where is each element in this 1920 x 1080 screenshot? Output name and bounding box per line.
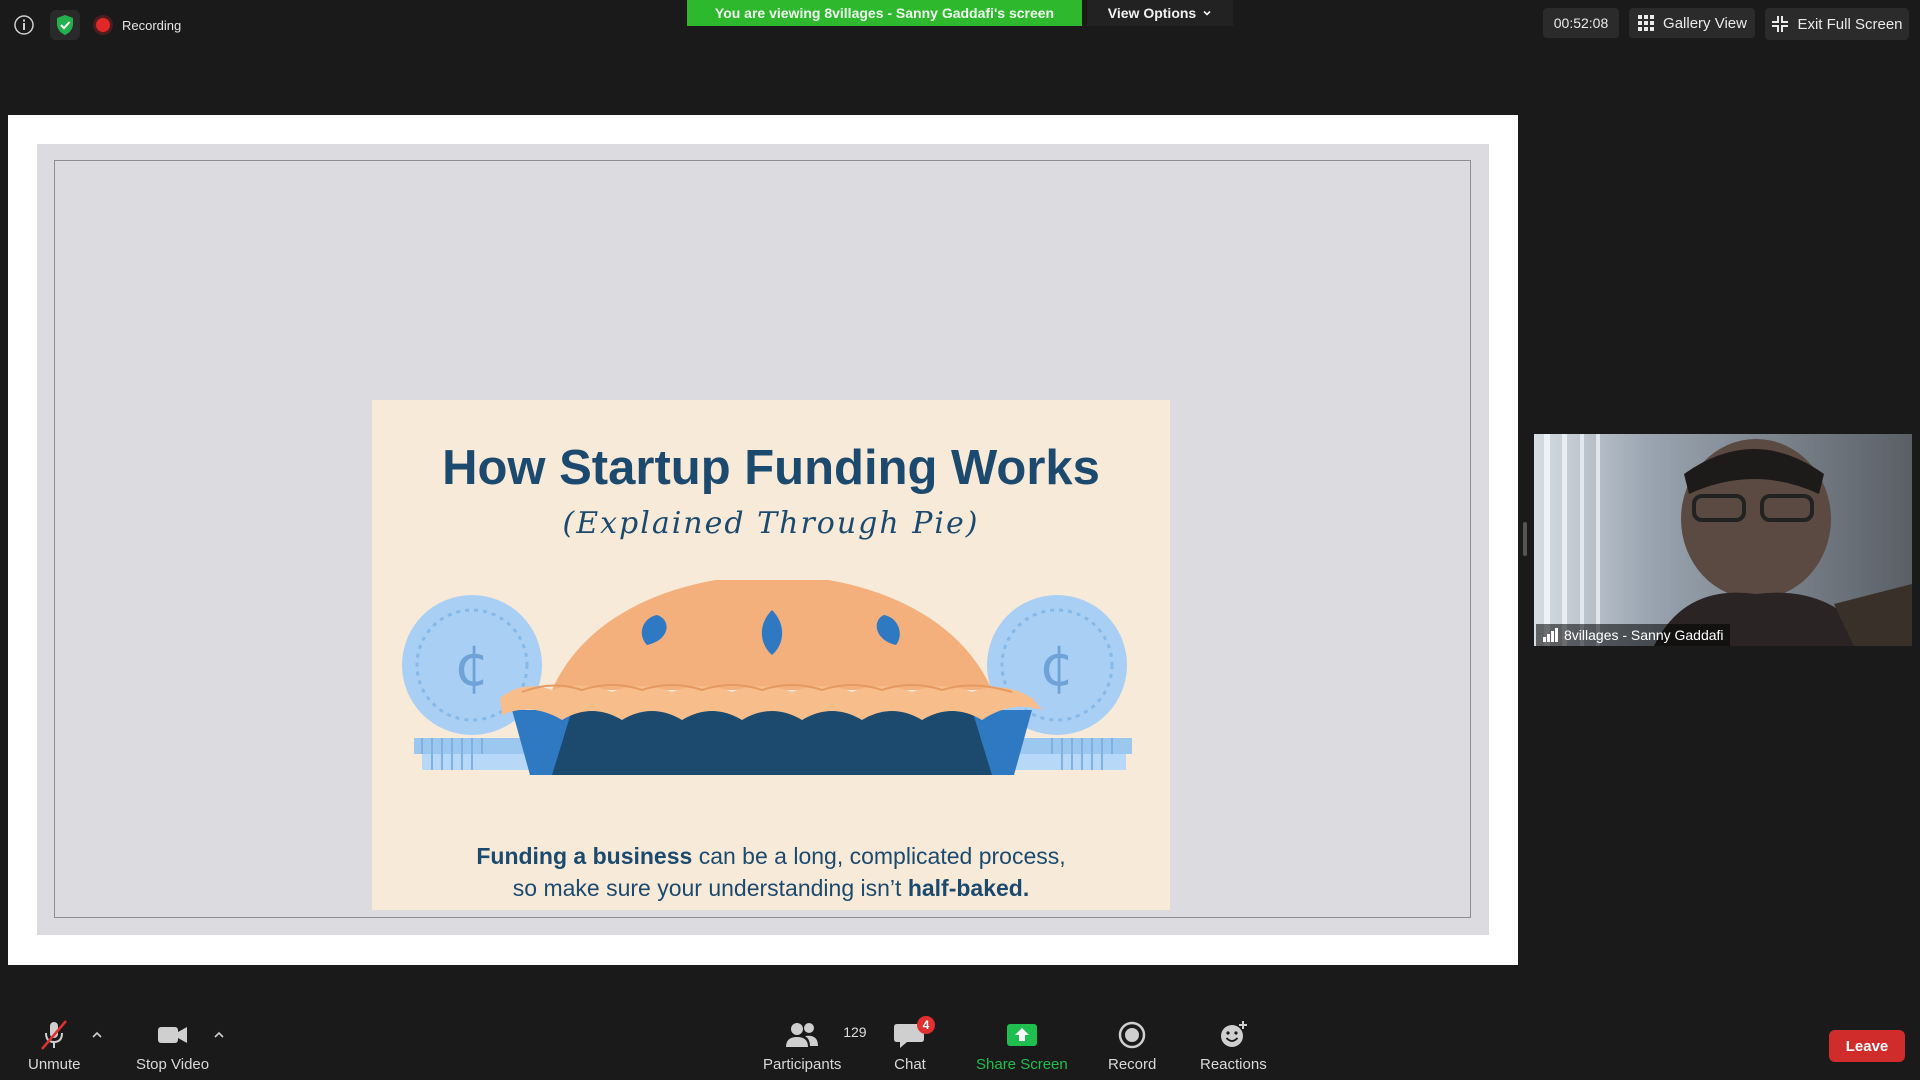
shield-check-icon[interactable] — [50, 10, 80, 40]
svg-text:¢: ¢ — [454, 634, 490, 699]
slide-subtitle: (Explained Through Pie) — [562, 506, 980, 541]
participants-count: 129 — [843, 1024, 867, 1040]
participants-icon: 129 — [785, 1020, 867, 1050]
chat-unread-badge: 4 — [917, 1016, 935, 1034]
meeting-timer: 00:52:08 — [1543, 8, 1619, 38]
unmute-button[interactable]: Unmute — [28, 1020, 81, 1073]
chevron-down-icon — [1202, 8, 1212, 18]
audio-options-caret-icon[interactable] — [90, 1028, 104, 1042]
pie-illustration: ¢ ¢ — [402, 580, 1132, 775]
recording-icon — [96, 18, 110, 32]
stop-video-button[interactable]: Stop Video — [136, 1020, 209, 1073]
slide-caption-line-1: Funding a business can be a long, compli… — [372, 840, 1170, 872]
splitter-handle[interactable] — [1523, 522, 1527, 556]
record-button[interactable]: Record — [1108, 1020, 1156, 1073]
slide-caption-line-2: so make sure your understanding isn’t ha… — [372, 872, 1170, 904]
share-screen-button[interactable]: Share Screen — [976, 1020, 1068, 1073]
leave-label: Leave — [1845, 1037, 1889, 1055]
chat-button[interactable]: 4 Chat — [893, 1016, 935, 1073]
gallery-view-label: Gallery View — [1663, 14, 1747, 32]
participant-name: 8villages - Sanny Gaddafi — [1564, 627, 1724, 643]
signal-strength-icon — [1542, 628, 1558, 642]
caption-bold-1: Funding a business — [476, 843, 693, 869]
share-screen-label: Share Screen — [976, 1056, 1068, 1073]
video-camera-icon — [156, 1020, 190, 1050]
record-label: Record — [1108, 1056, 1157, 1073]
viewing-banner: You are viewing 8villages - Sanny Gaddaf… — [687, 0, 1082, 26]
recording-indicator[interactable]: Recording — [96, 15, 181, 35]
bottom-toolbar: Unmute Stop Video 129 Participants 4 Cha… — [0, 1010, 1920, 1080]
record-icon — [1115, 1020, 1149, 1050]
info-icon[interactable] — [11, 12, 37, 38]
slide-card: How Startup Funding Works (Explained Thr… — [372, 400, 1170, 910]
gallery-view-button[interactable]: Gallery View — [1629, 8, 1755, 38]
pie-icon — [500, 580, 1042, 775]
unmute-label: Unmute — [28, 1056, 81, 1073]
reactions-label: Reactions — [1200, 1056, 1267, 1073]
exit-full-screen-button[interactable]: Exit Full Screen — [1765, 8, 1909, 40]
reactions-icon — [1216, 1020, 1250, 1050]
exit-fullscreen-icon — [1771, 15, 1789, 33]
timer-text: 00:52:08 — [1553, 15, 1609, 31]
caption-bold-2: half-baked. — [907, 875, 1030, 901]
grid-icon — [1637, 14, 1655, 32]
exit-full-screen-label: Exit Full Screen — [1797, 15, 1903, 33]
participants-label: Participants — [763, 1056, 842, 1073]
leave-button[interactable]: Leave — [1829, 1030, 1905, 1062]
shared-screen[interactable]: How Startup Funding Works (Explained Thr… — [8, 115, 1518, 965]
share-screen-icon — [1005, 1020, 1039, 1050]
viewing-banner-text: You are viewing 8villages - Sanny Gaddaf… — [714, 5, 1055, 21]
top-bar: Recording You are viewing 8villages - Sa… — [0, 0, 1920, 50]
slide-caption: Funding a business can be a long, compli… — [372, 840, 1170, 904]
view-options-button[interactable]: View Options — [1087, 0, 1233, 26]
video-options-caret-icon[interactable] — [212, 1028, 226, 1042]
caption-normal-2: so make sure your understanding isn’t — [512, 875, 908, 901]
participants-button[interactable]: 129 Participants — [763, 1020, 867, 1073]
participant-name-label: 8villages - Sanny Gaddafi — [1536, 624, 1730, 646]
view-options-label: View Options — [1107, 5, 1197, 21]
chat-label: Chat — [894, 1056, 926, 1073]
recording-label: Recording — [122, 17, 182, 33]
reactions-button[interactable]: Reactions — [1200, 1020, 1267, 1073]
participant-video-tile[interactable]: 8villages - Sanny Gaddafi — [1534, 434, 1912, 646]
stop-video-label: Stop Video — [136, 1056, 210, 1073]
svg-text:¢: ¢ — [1039, 634, 1075, 699]
participant-video-feed — [1534, 434, 1912, 646]
caption-normal-1: can be a long, complicated process, — [692, 843, 1066, 869]
slide-title: How Startup Funding Works — [442, 441, 1100, 495]
chat-icon: 4 — [893, 1016, 935, 1050]
microphone-muted-icon — [37, 1020, 71, 1050]
